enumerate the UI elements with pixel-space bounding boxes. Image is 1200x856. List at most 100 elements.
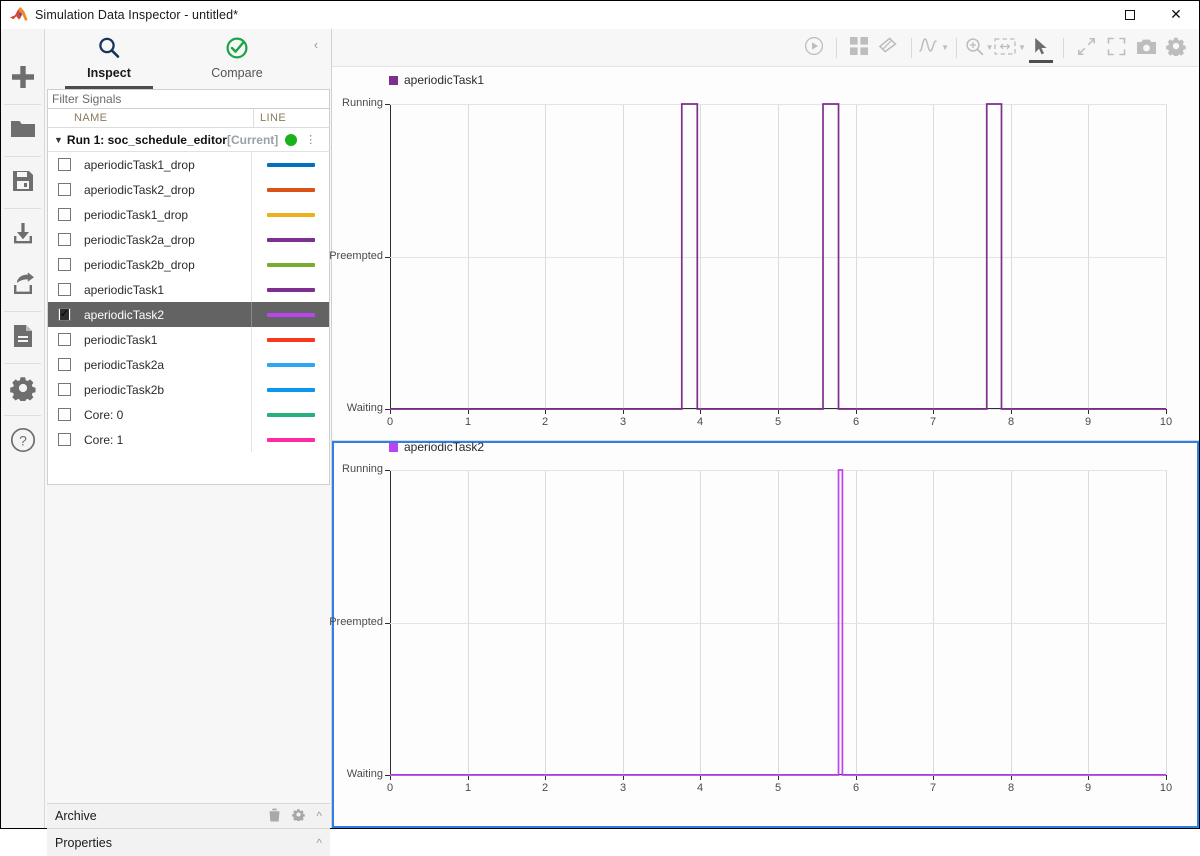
- archive-panel-header[interactable]: Archive ^: [47, 803, 330, 829]
- signal-row[interactable]: periodicTask1_drop: [48, 202, 329, 227]
- fullscreen-button[interactable]: [1101, 33, 1131, 63]
- run-name: Run 1: soc_schedule_editor[Current]: [66, 132, 279, 147]
- chevron-up-icon[interactable]: ^: [316, 809, 322, 823]
- signal-color-swatch: [266, 337, 315, 342]
- run-options-menu-icon[interactable]: ⋮: [305, 134, 316, 145]
- open-button[interactable]: [1, 105, 44, 156]
- signal-name: periodicTask2a_drop: [84, 232, 195, 247]
- collapse-panel-button[interactable]: ‹: [307, 35, 325, 53]
- zoom-in-button[interactable]: ▼: [964, 33, 994, 63]
- svg-text:?: ?: [19, 433, 27, 449]
- layout-button[interactable]: [844, 33, 874, 63]
- signal-line-cell[interactable]: [251, 377, 329, 402]
- gear-icon[interactable]: [292, 808, 306, 824]
- play-circle-icon: [804, 36, 824, 59]
- signal-line-cell[interactable]: [251, 227, 329, 252]
- signal-line-cell[interactable]: [251, 302, 329, 327]
- signal-row[interactable]: aperiodicTask2_drop: [48, 177, 329, 202]
- tab-inspect-label: Inspect: [87, 66, 131, 80]
- signal-checkbox[interactable]: [58, 158, 71, 171]
- camera-icon: [1136, 38, 1157, 58]
- signal-row[interactable]: Core: 1: [48, 427, 329, 452]
- zoom-out-full-button[interactable]: [1071, 33, 1101, 63]
- run-row[interactable]: ▼ Run 1: soc_schedule_editor[Current] ⋮: [47, 128, 330, 152]
- close-button[interactable]: ✕: [1153, 1, 1199, 29]
- signal-checkbox[interactable]: [58, 358, 71, 371]
- plot-1[interactable]: aperiodicTask1 0 1 2 3 4 5 6 7 8 9 10 Waiting Preempt…: [329, 67, 1199, 441]
- save-button[interactable]: [1, 157, 44, 208]
- signal-checkbox[interactable]: [58, 208, 71, 221]
- chevron-down-icon[interactable]: ▼: [986, 43, 994, 52]
- trash-icon[interactable]: [268, 808, 281, 825]
- signal-checkbox[interactable]: [58, 258, 71, 271]
- plot-series-line: [390, 469, 1166, 776]
- maximize-button[interactable]: [1107, 1, 1153, 29]
- signal-row[interactable]: aperiodicTask1_drop: [48, 152, 329, 177]
- signal-checkbox[interactable]: [58, 233, 71, 246]
- export-button[interactable]: [1, 260, 44, 311]
- plot-trace-layer: [390, 103, 1166, 410]
- signal-color-swatch: [266, 212, 315, 217]
- signal-name: periodicTask1_drop: [84, 207, 189, 222]
- new-run-button[interactable]: [1, 53, 44, 104]
- document-icon: [12, 324, 34, 351]
- tab-inspect[interactable]: Inspect: [45, 29, 173, 89]
- clear-button[interactable]: [874, 33, 904, 63]
- chevron-up-icon[interactable]: ^: [316, 836, 322, 850]
- check-icon: ✓: [59, 308, 70, 320]
- signal-line-cell[interactable]: [251, 177, 329, 202]
- plot-2[interactable]: aperiodicTask2 0 1 2 3 4 5 6 7 8 9 10 Waiting Preempt…: [329, 440, 1199, 828]
- zoom-in-icon: [965, 37, 984, 59]
- help-button[interactable]: ?: [1, 416, 44, 467]
- expand-triangle-icon[interactable]: ▼: [54, 135, 63, 145]
- normalize-button[interactable]: ▼: [919, 33, 949, 63]
- signal-name: aperiodicTask2: [84, 307, 165, 322]
- signal-name: periodicTask2b: [84, 382, 165, 397]
- signal-color-swatch: [266, 262, 315, 267]
- signal-checkbox[interactable]: [58, 283, 71, 296]
- import-button[interactable]: [1, 209, 44, 260]
- fullscreen-icon: [1107, 37, 1126, 59]
- folder-icon: [10, 118, 36, 143]
- signal-checkbox[interactable]: [58, 383, 71, 396]
- signal-row[interactable]: periodicTask2a: [48, 352, 329, 377]
- tab-compare-label: Compare: [211, 66, 263, 80]
- save-icon: [11, 169, 35, 196]
- eraser-icon: [878, 37, 899, 58]
- signal-line-cell[interactable]: [251, 202, 329, 227]
- signal-name: aperiodicTask2_drop: [84, 182, 195, 197]
- tab-compare[interactable]: Compare: [173, 29, 301, 89]
- signal-color-swatch: [266, 162, 315, 167]
- chevron-down-icon[interactable]: ▼: [1018, 43, 1026, 52]
- column-header-name: NAME: [74, 112, 108, 124]
- snapshot-button[interactable]: [1131, 33, 1161, 63]
- chevron-down-icon[interactable]: ▼: [941, 43, 949, 52]
- report-button[interactable]: [1, 312, 44, 363]
- signal-color-swatch: [266, 437, 315, 442]
- signal-checkbox[interactable]: [58, 408, 71, 421]
- signal-row[interactable]: periodicTask2a_drop: [48, 227, 329, 252]
- signal-checkbox[interactable]: [58, 333, 71, 346]
- preferences-button[interactable]: [1, 364, 44, 415]
- signal-color-swatch: [266, 387, 315, 392]
- signal-line-cell[interactable]: [251, 352, 329, 377]
- signal-line-cell[interactable]: [251, 152, 329, 177]
- signal-row[interactable]: aperiodicTask1: [48, 277, 329, 302]
- signal-row[interactable]: periodicTask2b: [48, 377, 329, 402]
- signal-checkbox[interactable]: [58, 183, 71, 196]
- settings-button[interactable]: [1161, 33, 1191, 63]
- run-button[interactable]: [799, 33, 829, 63]
- signal-line-cell[interactable]: [251, 277, 329, 302]
- grid-layout-icon: [850, 37, 869, 58]
- signal-line-cell[interactable]: [251, 327, 329, 352]
- signal-row[interactable]: periodicTask1: [48, 327, 329, 352]
- signal-checkbox[interactable]: [58, 433, 71, 446]
- signal-color-swatch: [266, 362, 315, 367]
- properties-panel-header[interactable]: Properties ^: [47, 829, 330, 856]
- signal-row[interactable]: ✓ aperiodicTask2: [48, 302, 329, 327]
- window-controls: ✕: [1107, 1, 1199, 29]
- signal-line-cell[interactable]: [251, 427, 329, 452]
- pointer-button[interactable]: [1026, 33, 1056, 63]
- signal-checkbox[interactable]: ✓: [58, 308, 71, 321]
- fit-to-view-button[interactable]: ▼: [994, 33, 1026, 63]
